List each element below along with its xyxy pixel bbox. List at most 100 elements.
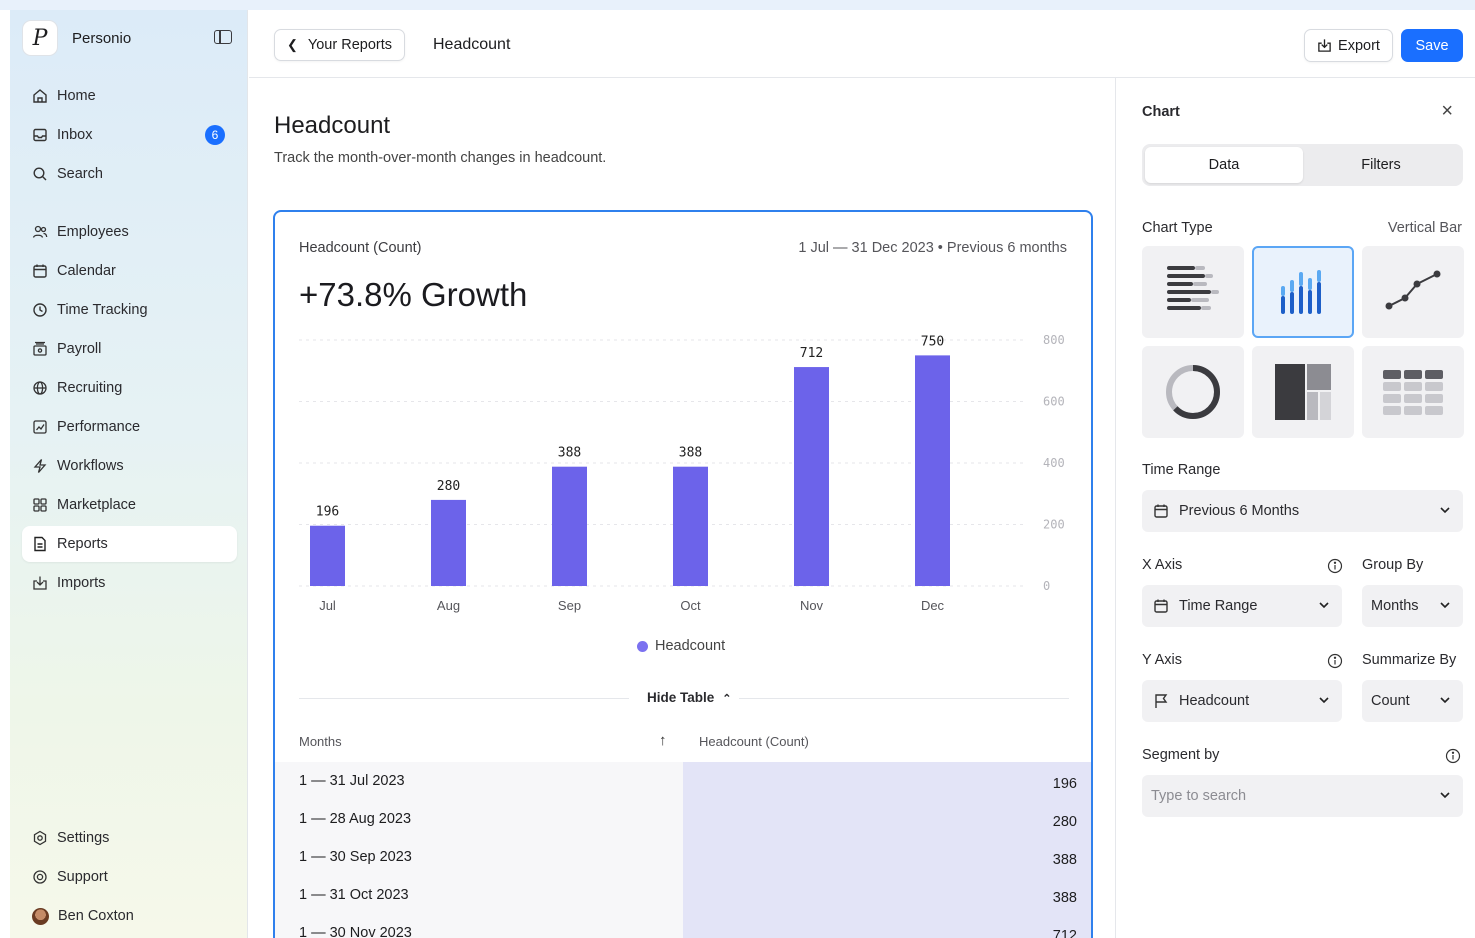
cell-month: 1 — 31 Jul 2023 (275, 762, 683, 800)
save-button[interactable]: Save (1401, 29, 1463, 62)
sidebar-item-search[interactable]: Search (22, 156, 237, 192)
bar[interactable] (431, 499, 466, 586)
time-range-select[interactable]: Previous 6 Months (1142, 490, 1463, 532)
hide-table-button[interactable]: Hide Table ⌃ (639, 690, 740, 705)
y-axis-select[interactable]: Headcount (1142, 680, 1342, 722)
sidebar-item-payroll[interactable]: Payroll (22, 331, 237, 367)
sidebar-item-employees[interactable]: Employees (22, 214, 237, 250)
window-top-strip (0, 0, 1475, 10)
chart-type-value: Vertical Bar (1387, 220, 1462, 236)
profile-name: Ben Coxton (58, 908, 134, 924)
sidebar-item-label: Search (57, 166, 103, 182)
segment-by-search[interactable]: Type to search (1142, 775, 1463, 817)
info-icon[interactable] (1327, 558, 1343, 574)
sidebar-item-time-tracking[interactable]: Time Tracking (22, 292, 237, 328)
export-button[interactable]: Export (1304, 29, 1393, 62)
sidebar-item-label: Recruiting (57, 380, 123, 396)
chart-type-horizontal-bar[interactable] (1142, 246, 1244, 338)
cell-value: 388 (683, 876, 1091, 914)
sidebar-nav-footer: Settings Support Ben Coxton (22, 820, 237, 937)
report-chart-card[interactable]: Headcount (Count) 1 Jul — 31 Dec 2023 • … (273, 210, 1093, 938)
sidebar-item-marketplace[interactable]: Marketplace (22, 487, 237, 523)
payroll-icon (32, 341, 48, 357)
close-icon[interactable]: × (1441, 100, 1453, 123)
x-tick-label: Aug (437, 598, 460, 613)
panel-tabs: Data Filters (1142, 144, 1463, 186)
data-label: 712 (800, 346, 823, 361)
sidebar-item-reports[interactable]: Reports (22, 526, 237, 562)
y-tick-label: 400 (1043, 456, 1065, 470)
sidebar-item-support[interactable]: Support (22, 859, 237, 895)
personio-logo-icon: P (22, 20, 58, 56)
group-by-label: Group By (1362, 557, 1424, 573)
brand-name: Personio (72, 29, 132, 47)
page-title: Headcount (274, 112, 391, 139)
summarize-by-label: Summarize By (1362, 652, 1457, 668)
tab-filters[interactable]: Filters (1302, 147, 1460, 183)
tab-data[interactable]: Data (1145, 147, 1303, 183)
chart-type-donut[interactable] (1142, 346, 1244, 438)
sidebar-item-imports[interactable]: Imports (22, 565, 237, 601)
chart-legend[interactable]: Headcount (637, 638, 725, 654)
x-axis-select[interactable]: Time Range (1142, 585, 1342, 627)
sidebar-item-performance[interactable]: Performance (22, 409, 237, 445)
column-header-months[interactable]: Months (299, 734, 342, 749)
chart-type-treemap[interactable] (1252, 346, 1354, 438)
chart-type-line[interactable] (1362, 246, 1464, 338)
x-tick-label: Sep (558, 598, 581, 613)
bar[interactable] (310, 525, 345, 586)
chart-type-vertical-bar[interactable] (1252, 246, 1354, 338)
sidebar-item-workflows[interactable]: Workflows (22, 448, 237, 484)
bar[interactable] (915, 355, 950, 586)
support-icon (32, 869, 48, 885)
legend-label: Headcount (655, 638, 726, 654)
data-label: 280 (437, 479, 460, 494)
sort-ascending-icon[interactable]: ↑ (659, 732, 667, 749)
growth-headline: +73.8% Growth (299, 276, 528, 313)
back-to-reports-button[interactable]: ❮ Your Reports (274, 29, 406, 61)
x-tick-label: Jul (319, 598, 336, 613)
column-header-count[interactable]: Headcount (Count) (699, 734, 809, 749)
sidebar-item-recruiting[interactable]: Recruiting (22, 370, 237, 406)
info-icon[interactable] (1327, 653, 1343, 669)
lightning-icon (32, 458, 48, 474)
data-label: 388 (679, 446, 702, 461)
sidebar-item-home[interactable]: Home (22, 78, 237, 114)
bar[interactable] (673, 466, 708, 586)
y-tick-label: 800 (1043, 333, 1065, 347)
chart-type-table[interactable] (1362, 346, 1464, 438)
summarize-by-select[interactable]: Count (1362, 680, 1463, 722)
table-icon (1383, 370, 1443, 415)
y-axis-value: Headcount (1179, 693, 1250, 709)
group-by-select[interactable]: Months (1362, 585, 1463, 627)
date-range-label: 1 Jul — 31 Dec 2023 • Previous 6 months (798, 240, 1067, 256)
sidebar-collapse-icon[interactable] (214, 30, 232, 44)
inbox-icon (32, 127, 48, 143)
sidebar-item-label: Calendar (57, 263, 116, 279)
sidebar-item-calendar[interactable]: Calendar (22, 253, 237, 289)
chevron-down-icon (1319, 697, 1329, 704)
bar[interactable] (794, 367, 829, 586)
breadcrumb-current: Headcount (433, 36, 511, 53)
clock-icon (32, 302, 48, 318)
employees-icon (32, 224, 48, 240)
sidebar-item-label: Inbox (57, 127, 93, 143)
table-toggle-row: Hide Table ⌃ (299, 688, 1069, 708)
group-by-value: Months (1371, 598, 1419, 614)
sidebar-item-settings[interactable]: Settings (22, 820, 237, 856)
info-icon[interactable] (1445, 748, 1461, 764)
bar[interactable] (552, 466, 587, 586)
sidebar-item-inbox[interactable]: Inbox 6 (22, 117, 237, 153)
x-tick-label: Oct (680, 598, 701, 613)
sidebar-item-profile[interactable]: Ben Coxton (22, 898, 237, 934)
table-row: 1 — 28 Aug 2023 280 (275, 800, 1091, 838)
data-label: 750 (921, 334, 944, 349)
import-icon (32, 575, 48, 591)
sidebar-item-label: Reports (57, 536, 108, 552)
brand[interactable]: P Personio (22, 18, 238, 58)
cell-value: 196 (683, 762, 1091, 800)
headcount-bar-chart: 0 200 400 600 800 196 Jul 280 Aug 388 Sep 388 Oct 712… (299, 333, 1065, 613)
divider (299, 698, 629, 699)
x-axis-label: X Axis (1142, 557, 1183, 573)
sidebar-nav-top: Home Inbox 6 Search (22, 78, 237, 195)
